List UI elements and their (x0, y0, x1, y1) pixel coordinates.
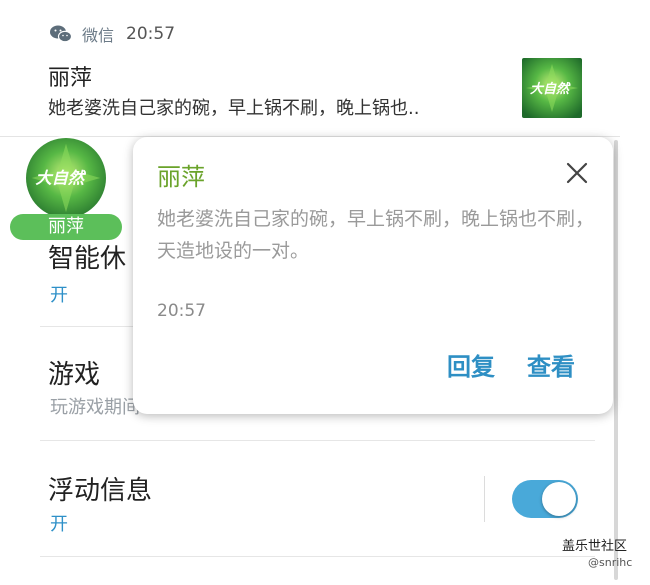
toggle-knob (542, 482, 576, 516)
watermark-site: 盖乐世社区 (562, 539, 628, 554)
heads-up-notification[interactable]: 微信 20:57 丽萍 她老婆洗自己家的碗，早上锅不刷，晚上锅也.. 大自然 (0, 0, 620, 137)
setting-status-game: 玩游戏期间 (50, 397, 140, 418)
nature-logo-icon: 大自然 (522, 58, 582, 118)
notification-app-row: 微信 20:57 (50, 22, 175, 46)
card-message-text: 她老婆洗自己家的碗，早上锅不刷，晚上锅也不刷，天造地设的一对。 (157, 208, 595, 262)
floating-info-toggle[interactable] (512, 480, 578, 518)
setting-title-smart-sleep[interactable]: 智能休 (48, 238, 126, 275)
watermark-handle: @snrihc (588, 556, 633, 569)
floating-message-card[interactable]: 丽萍 她老婆洗自己家的碗，早上锅不刷，晚上锅也不刷，天造地设的一对。 20:57… (133, 137, 613, 414)
notification-sender: 丽萍 (48, 66, 93, 91)
chat-head-name: 丽萍 (10, 214, 122, 240)
scrollbar[interactable] (614, 140, 618, 580)
divider (40, 556, 595, 557)
close-icon[interactable] (563, 159, 591, 187)
setting-status-smart-sleep: 开 (50, 285, 68, 306)
reply-button[interactable]: 回复 (447, 347, 495, 382)
card-time: 20:57 (157, 301, 206, 321)
setting-title-game[interactable]: 游戏 (48, 354, 100, 391)
setting-title-floating-info[interactable]: 浮动信息 (48, 470, 152, 507)
wechat-icon (50, 25, 72, 43)
setting-status-floating-info: 开 (50, 514, 68, 535)
notification-app-name: 微信 (82, 26, 115, 45)
divider (40, 440, 595, 441)
svg-text:大自然: 大自然 (530, 81, 571, 97)
card-sender-name: 丽萍 (157, 163, 205, 191)
vertical-separator (484, 476, 485, 522)
unread-indicator (82, 142, 108, 160)
svg-text:大自然: 大自然 (36, 169, 87, 188)
view-button[interactable]: 查看 (527, 347, 575, 382)
notification-time: 20:57 (126, 24, 176, 44)
notification-preview: 她老婆洗自己家的碗，早上锅不刷，晚上锅也.. (48, 98, 420, 119)
